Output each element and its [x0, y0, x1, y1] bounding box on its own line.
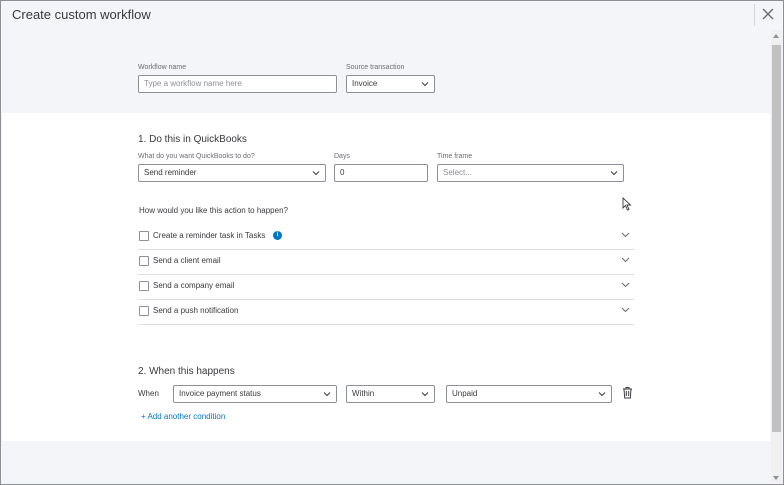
action-label: What do you want QuickBooks to do?	[138, 153, 255, 160]
days-input[interactable]: 0	[334, 164, 428, 182]
option-label: Send a push notification	[153, 306, 239, 315]
action-value: Send reminder	[144, 168, 197, 177]
option-label: Send a client email	[153, 256, 221, 265]
close-button[interactable]	[761, 7, 775, 21]
workflow-name-label: Workflow name	[138, 64, 187, 71]
time-frame-placeholder: Select...	[443, 168, 472, 177]
workflow-name-input[interactable]: Type a workflow name here	[138, 75, 337, 93]
condition-value-select[interactable]: Unpaid	[446, 385, 612, 403]
option-row-company-email[interactable]: Send a company email	[138, 275, 634, 300]
chevron-down-icon	[312, 171, 320, 176]
scroll-down-arrow-icon[interactable]	[773, 476, 779, 480]
dialog-title: Create custom workflow	[12, 7, 151, 22]
operator-value: Within	[352, 389, 375, 398]
time-frame-select[interactable]: Select...	[437, 164, 624, 182]
option-label: Send a company email	[153, 281, 235, 290]
delete-condition-button[interactable]	[622, 386, 633, 399]
chevron-down-icon	[610, 171, 618, 176]
chevron-down-icon[interactable]	[621, 232, 630, 238]
operator-select[interactable]: Within	[346, 385, 435, 403]
when-heading: 2. When this happens	[138, 366, 235, 377]
when-label: When	[138, 389, 159, 398]
push-notification-checkbox[interactable]	[139, 306, 149, 316]
chevron-down-icon[interactable]	[621, 257, 630, 263]
source-transaction-select[interactable]: Invoice	[346, 75, 435, 93]
action-question: How would you like this action to happen…	[139, 206, 288, 215]
option-row-reminder-task[interactable]: Create a reminder task in Tasks i	[138, 225, 634, 250]
reminder-task-checkbox[interactable]	[139, 231, 149, 241]
do-this-heading: 1. Do this in QuickBooks	[138, 134, 247, 145]
mouse-cursor-icon	[622, 197, 632, 211]
condition-field-select[interactable]: Invoice payment status	[173, 385, 337, 403]
chevron-down-icon	[598, 392, 606, 397]
trash-icon	[623, 387, 632, 399]
condition-value: Unpaid	[452, 389, 478, 398]
scroll-thumb[interactable]	[772, 45, 781, 432]
days-label: Days	[334, 153, 350, 160]
scroll-up-arrow-icon[interactable]	[773, 34, 779, 38]
source-transaction-label: Source transaction	[346, 64, 405, 71]
chevron-down-icon[interactable]	[621, 307, 630, 313]
close-icon	[762, 8, 774, 20]
info-icon[interactable]: i	[273, 231, 282, 240]
option-row-client-email[interactable]: Send a client email	[138, 250, 634, 275]
company-email-checkbox[interactable]	[139, 281, 149, 291]
chevron-down-icon[interactable]	[621, 282, 630, 288]
source-transaction-value: Invoice	[352, 79, 378, 88]
chevron-down-icon	[421, 392, 429, 397]
condition-field-value: Invoice payment status	[179, 389, 261, 398]
action-select[interactable]: Send reminder	[138, 164, 326, 182]
chevron-down-icon	[421, 82, 429, 87]
header-divider	[754, 4, 755, 26]
client-email-checkbox[interactable]	[139, 256, 149, 266]
option-label: Create a reminder task in Tasks	[153, 231, 266, 240]
option-row-push-notification[interactable]: Send a push notification	[138, 300, 634, 325]
chevron-down-icon	[323, 392, 331, 397]
time-frame-label: Time frame	[437, 153, 473, 160]
add-condition-link[interactable]: + Add another condition	[141, 412, 225, 421]
